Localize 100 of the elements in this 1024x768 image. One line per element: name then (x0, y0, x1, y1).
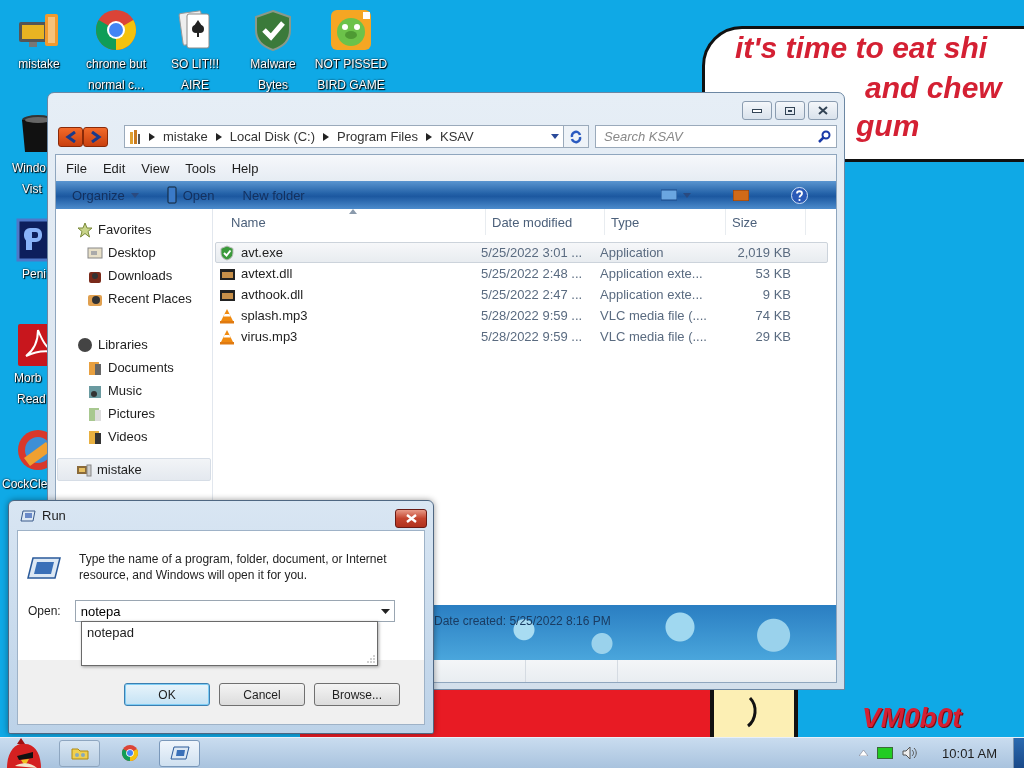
dialog-button[interactable]: Browse... (314, 683, 400, 706)
help-icon (791, 186, 808, 204)
menu-item[interactable]: Tools (177, 157, 224, 179)
file-name: splash.mp3 (241, 308, 308, 323)
search-icon (818, 130, 831, 143)
file-row[interactable]: avtext.dll 5/25/2022 2:48 ... Application exte... 53 KB (215, 263, 828, 284)
arrow-up-icon (859, 750, 869, 756)
arrow-right-icon (89, 130, 102, 143)
address-bar[interactable]: mistake Local Disk (C:) Program Files KSAV (124, 125, 589, 148)
run-icon (27, 557, 61, 579)
refresh-button[interactable] (563, 126, 588, 147)
date-cell-text: 5/25/2022 2:47 ... (480, 286, 584, 304)
close-icon (818, 106, 828, 115)
menu-item[interactable]: View (133, 157, 178, 179)
chrome-icon (120, 744, 139, 762)
nav-item[interactable]: Downloads (57, 264, 211, 287)
star-icon (77, 221, 93, 238)
size-cell-text: 74 KB (754, 307, 792, 325)
open-label: Open: (28, 604, 61, 618)
type-cell-text: Application (599, 244, 665, 262)
maximize-icon (785, 106, 795, 115)
arrow-left-icon (64, 130, 77, 143)
close-button[interactable] (808, 101, 838, 120)
volume-button[interactable] (902, 746, 919, 760)
close-icon (405, 514, 417, 523)
search-field[interactable]: Search KSAV (595, 125, 837, 148)
document-icon (166, 186, 177, 204)
column-header[interactable]: Date modified (486, 209, 605, 235)
run-icon (169, 746, 190, 760)
type-cell-text: Application exte... (599, 286, 704, 304)
pig-icon (329, 8, 373, 52)
videos-icon (87, 428, 103, 445)
date-created-text: Date created: 5/25/2022 8:16 PM (434, 614, 611, 628)
nav-item[interactable]: Libraries (57, 333, 211, 356)
type-cell-text: VLC media file (.... (599, 307, 708, 325)
date-cell-text: 5/25/2022 3:01 ... (480, 244, 584, 262)
minimize-button[interactable] (742, 101, 772, 120)
open-combo-box[interactable]: notepa (74, 600, 395, 622)
traffic-cone-icon (219, 307, 235, 324)
nav-item[interactable]: Documents (57, 356, 211, 379)
desktop-icon (87, 244, 103, 261)
run-icon (20, 509, 36, 522)
nav-item[interactable]: Recent Places (57, 287, 211, 310)
envelope-icon (733, 189, 749, 201)
breadcrumb-item[interactable]: Local Disk (C:) (229, 129, 316, 144)
size-cell-text: 53 KB (754, 265, 792, 283)
file-row[interactable]: avthook.dll 5/25/2022 2:47 ... Application exte... 9 KB (215, 284, 828, 305)
file-row[interactable]: avt.exe 5/25/2022 3:01 ... Application 2,019 KB (215, 242, 828, 263)
maximize-button[interactable] (775, 101, 805, 120)
nav-item[interactable]: Favorites (57, 218, 211, 241)
column-header[interactable]: Size (726, 209, 806, 235)
instruction-text: Type the name of a program, folder, document, or Internet resource, and Windows will open it for you. (79, 551, 388, 583)
network-button[interactable] (877, 747, 894, 759)
traffic-cone-icon (219, 328, 235, 345)
nav-item[interactable]: Desktop (57, 241, 211, 264)
show-desktop-button[interactable] (1013, 738, 1024, 768)
file-row[interactable]: splash.mp3 5/28/2022 9:59 ... VLC media file (.... 74 KB (215, 305, 828, 326)
file-name: avtext.dll (241, 266, 293, 281)
bubble-text: gum (856, 108, 920, 144)
refresh-icon (569, 129, 583, 144)
suggestion-item[interactable]: notepad (87, 625, 134, 640)
breadcrumb-item[interactable]: KSAV (439, 129, 474, 144)
size-cell-text: 9 KB (761, 286, 792, 304)
nav-item[interactable]: Pictures (57, 402, 211, 425)
close-button[interactable] (395, 509, 427, 528)
arrow-right-icon (323, 132, 330, 141)
menu-item[interactable]: File (58, 157, 95, 179)
nav-item[interactable]: Videos (57, 425, 211, 448)
breadcrumb-item[interactable]: Program Files (337, 129, 418, 144)
pictures-icon (87, 405, 103, 422)
show-hidden-icons-button[interactable] (859, 750, 869, 756)
minimize-icon (752, 108, 762, 113)
dialog-title: Run (42, 508, 67, 523)
type-cell-text: Application exte... (599, 265, 704, 283)
resize-grip-icon (367, 655, 375, 663)
computer-icon (76, 461, 92, 478)
file-row[interactable]: virus.mp3 5/28/2022 9:59 ... VLC media file (.... 29 KB (215, 326, 828, 347)
nav-item[interactable]: Music (57, 379, 211, 402)
chrome-icon (94, 8, 138, 52)
documents-icon (87, 359, 103, 376)
monitor-icon (661, 189, 677, 201)
breadcrumb-item[interactable]: mistake (163, 129, 208, 144)
nav-item[interactable]: mistake (57, 458, 211, 481)
dialog-button[interactable]: OK (124, 683, 210, 706)
caret-icon (683, 192, 691, 198)
arrow-right-icon (425, 132, 432, 141)
bubble-text: and chew (865, 70, 1002, 106)
dialog-button[interactable]: Cancel (219, 683, 305, 706)
taskbar-button[interactable] (159, 739, 200, 767)
back-button[interactable] (58, 126, 83, 147)
menu-item[interactable]: Help (223, 157, 267, 179)
type-cell-text: VLC media file (.... (599, 328, 708, 346)
arrow-right-icon (149, 132, 155, 141)
forward-button[interactable] (83, 126, 108, 147)
size-cell-text: 29 KB (754, 328, 792, 346)
column-header[interactable]: Type (605, 209, 726, 235)
clock-text[interactable]: 10:01 AM (942, 745, 997, 761)
menu-item[interactable]: Edit (94, 157, 134, 179)
date-cell-text: 5/28/2022 9:59 ... (480, 307, 584, 325)
speaker-icon (902, 746, 919, 760)
